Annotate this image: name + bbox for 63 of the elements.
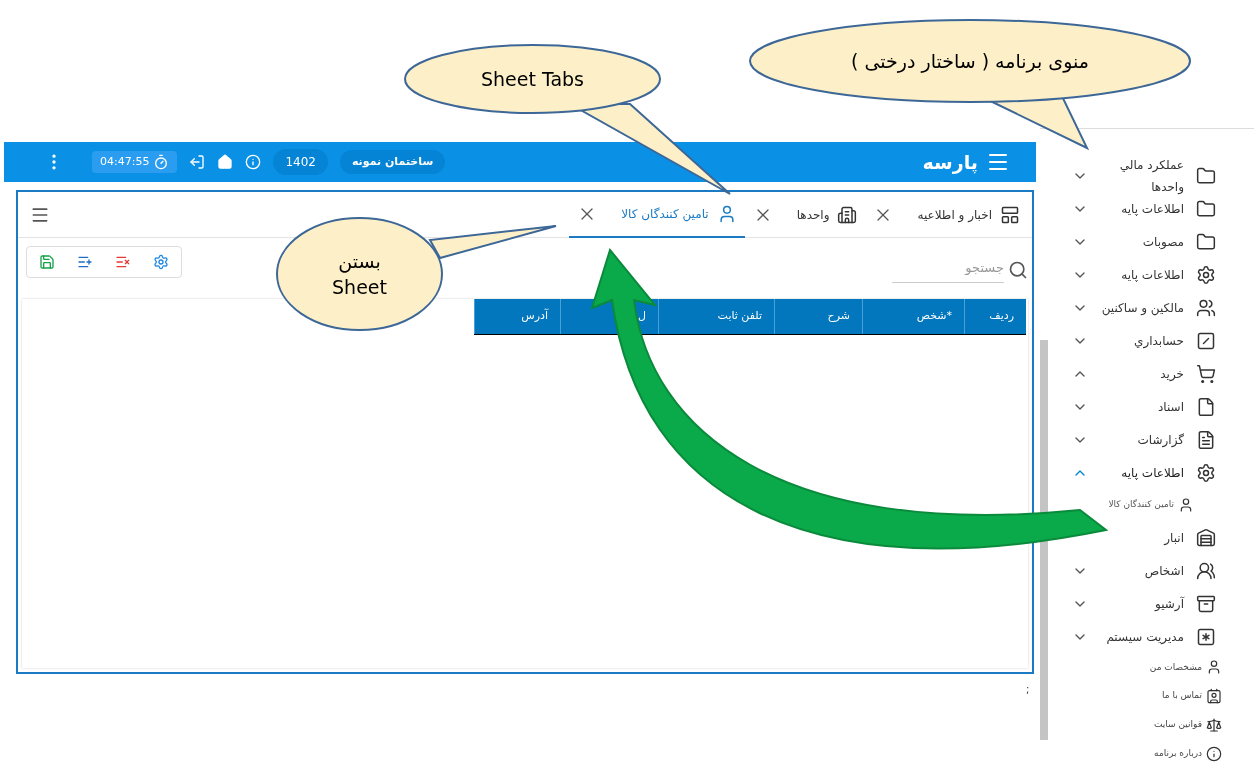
- home-icon[interactable]: [217, 154, 234, 170]
- building-icon: [837, 204, 858, 225]
- menu-item[interactable]: اطلاعات پایه: [1040, 258, 1254, 291]
- menu-link[interactable]: قوانین سایت: [1040, 710, 1254, 740]
- building-chip[interactable]: ساختمان نمونه: [339, 149, 446, 175]
- contact-icon: [1206, 688, 1222, 705]
- sheet-tab[interactable]: اخبار و اطلاعیه: [865, 191, 1028, 238]
- user-icon: [1206, 659, 1222, 676]
- info-icon[interactable]: [245, 154, 262, 170]
- sheet-tab[interactable]: واحدها: [744, 191, 866, 238]
- people-icon: [1196, 297, 1216, 318]
- cart-icon: [1196, 363, 1216, 384]
- save-icon[interactable]: [39, 254, 55, 270]
- folder-icon: [1196, 198, 1216, 219]
- search-icon: [1008, 260, 1028, 281]
- stray-character: ;: [1026, 683, 1030, 697]
- search-field[interactable]: جستجو: [892, 258, 1004, 283]
- menu-item[interactable]: اطلاعات پایه: [1040, 456, 1254, 489]
- menu-item[interactable]: مدیریت سیستم: [1040, 620, 1254, 653]
- timer-chip: 04:47:55: [92, 150, 178, 174]
- sheet-tab[interactable]: تامین کنندگان کالا: [569, 191, 745, 238]
- info-icon: [1206, 745, 1222, 762]
- year-chip[interactable]: 1402: [273, 149, 328, 175]
- group-icon: [1196, 560, 1216, 581]
- menu-item[interactable]: مالکین و ساکنین: [1040, 291, 1254, 324]
- gear-icon: [1196, 462, 1216, 483]
- list-add-icon[interactable]: [77, 254, 93, 270]
- list-remove-icon[interactable]: [115, 254, 131, 270]
- warehouse-icon: [1196, 527, 1216, 548]
- callout-text: منوی برنامه ( ساختار درختی ): [851, 49, 1089, 74]
- gear-icon: [1196, 264, 1216, 285]
- menu-item[interactable]: خريد: [1040, 357, 1254, 390]
- column-header[interactable]: تلفن ثابت: [717, 307, 762, 324]
- archive-icon: [1196, 593, 1216, 614]
- menu-item[interactable]: عملكرد مالي واحدها: [1040, 159, 1254, 192]
- scrollbar[interactable]: [1040, 340, 1048, 740]
- logout-icon[interactable]: [189, 154, 206, 170]
- menu-item[interactable]: اسناد: [1040, 390, 1254, 423]
- callout-text: Sheet Tabs: [480, 67, 584, 92]
- report-icon: [1196, 429, 1216, 450]
- menu-link[interactable]: درباره برنامه: [1040, 739, 1254, 768]
- column-header[interactable]: آدرس: [521, 307, 548, 324]
- app-title: پارسه: [922, 149, 978, 176]
- menu-item[interactable]: آرشیو: [1040, 587, 1254, 620]
- doc-icon: [1196, 396, 1216, 417]
- menu-item[interactable]: حسابداري: [1040, 324, 1254, 357]
- menu-item[interactable]: گزارشات: [1040, 423, 1254, 456]
- menu-link[interactable]: مشخصات من: [1040, 653, 1254, 682]
- submenu-item[interactable]: تامین کنندگان کالا: [1040, 489, 1254, 521]
- column-header[interactable]: *شخص: [916, 307, 952, 324]
- settings-icon[interactable]: [153, 254, 169, 270]
- folder-icon: [1196, 231, 1216, 252]
- menu-item[interactable]: اشخاص: [1040, 554, 1254, 587]
- timer-icon: [153, 154, 170, 170]
- menu-item[interactable]: انبار: [1040, 521, 1254, 554]
- column-header[interactable]: شرح: [827, 307, 850, 324]
- menu-link[interactable]: تماس با ما: [1040, 681, 1254, 711]
- scale-icon: [1206, 716, 1222, 733]
- menu-item[interactable]: مصوبات: [1040, 225, 1254, 258]
- folder-icon: [1196, 165, 1216, 186]
- user-icon: [1178, 497, 1194, 513]
- column-header[interactable]: ل: [638, 307, 646, 324]
- column-header[interactable]: ردیف: [989, 307, 1014, 324]
